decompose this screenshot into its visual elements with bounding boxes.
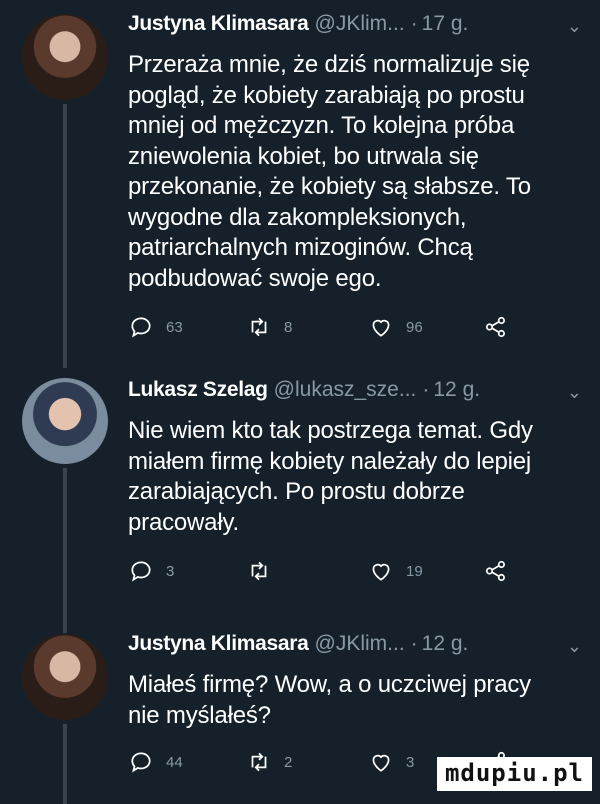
tweet[interactable]: Justyna Klimasara @JKlim... · 17 g. ⌄ Pr… <box>0 12 600 359</box>
reply-icon <box>131 561 151 582</box>
tweet-header: Justyna Klimasara @JKlim... · 12 g. ⌄ <box>128 632 582 670</box>
share-icon <box>485 560 505 582</box>
author-handle[interactable]: @lukasz_sze... <box>274 378 417 402</box>
tweet-text: Miałeś firmę? Wow, a o uczciwej pracy ni… <box>128 671 531 729</box>
tweet-text: Nie wiem kto tak postrzega temat. Gdy mi… <box>128 417 533 536</box>
retweet-icon <box>251 752 267 772</box>
like-count: 19 <box>406 562 423 580</box>
like-button[interactable]: 3 <box>368 749 414 775</box>
reply-button[interactable]: 44 <box>128 749 183 775</box>
like-button[interactable]: 96 <box>368 314 423 340</box>
avatar[interactable] <box>22 634 108 720</box>
tweet-actions: 3 19 <box>128 556 582 586</box>
thread-line <box>63 724 67 804</box>
reply-button[interactable]: 63 <box>128 314 183 340</box>
retweet-icon <box>251 317 267 337</box>
author-handle[interactable]: @JKlim... <box>315 632 405 656</box>
tweet-header: Justyna Klimasara @JKlim... · 17 g. ⌄ <box>128 12 582 50</box>
retweet-button[interactable] <box>246 558 284 584</box>
timestamp[interactable]: 17 g. <box>422 12 469 36</box>
avatar[interactable] <box>22 378 108 464</box>
reply-count: 3 <box>166 562 175 580</box>
retweet-icon <box>251 561 267 581</box>
chevron-down-icon[interactable]: ⌄ <box>567 382 582 403</box>
share-button[interactable] <box>483 314 509 340</box>
separator: · <box>410 12 418 35</box>
thread-line <box>63 468 67 633</box>
chevron-down-icon[interactable]: ⌄ <box>567 16 582 37</box>
heart-icon <box>372 754 390 772</box>
retweet-count: 2 <box>284 753 293 771</box>
heart-icon <box>372 319 390 337</box>
tweet-header: Lukasz Szelag @lukasz_sze... · 12 g. ⌄ <box>128 378 582 416</box>
like-count: 96 <box>406 318 423 336</box>
author-handle[interactable]: @JKlim... <box>315 12 405 36</box>
tweet-thread: Justyna Klimasara @JKlim... · 17 g. ⌄ Pr… <box>0 0 600 804</box>
tweet-text: Przeraża mnie, że dziś normalizuje się p… <box>128 51 531 292</box>
retweet-count: 8 <box>284 318 293 336</box>
timestamp[interactable]: 12 g. <box>422 632 469 656</box>
separator: · <box>422 378 430 401</box>
retweet-button[interactable]: 8 <box>246 314 292 340</box>
retweet-button[interactable]: 2 <box>246 749 292 775</box>
share-button[interactable] <box>483 558 509 584</box>
chevron-down-icon[interactable]: ⌄ <box>567 636 582 657</box>
reply-count: 63 <box>166 318 183 336</box>
timestamp[interactable]: 12 g. <box>433 378 480 402</box>
author-name[interactable]: Justyna Klimasara <box>128 12 309 36</box>
tweet-actions: 63 8 96 <box>128 312 582 342</box>
like-button[interactable]: 19 <box>368 558 423 584</box>
reply-icon <box>131 752 151 773</box>
reply-button[interactable]: 3 <box>128 558 174 584</box>
reply-icon <box>131 317 151 338</box>
thread-line <box>63 104 67 359</box>
avatar[interactable] <box>22 14 108 100</box>
author-name[interactable]: Lukasz Szelag <box>128 378 268 402</box>
reply-count: 44 <box>166 753 183 771</box>
tweet[interactable]: Lukasz Szelag @lukasz_sze... · 12 g. ⌄ N… <box>0 354 600 633</box>
heart-icon <box>372 563 390 581</box>
watermark: mdupiu.pl <box>436 757 592 791</box>
author-name[interactable]: Justyna Klimasara <box>128 632 309 656</box>
separator: · <box>410 632 418 655</box>
like-count: 3 <box>406 753 415 771</box>
share-icon <box>485 316 505 338</box>
thread-line <box>63 354 67 368</box>
